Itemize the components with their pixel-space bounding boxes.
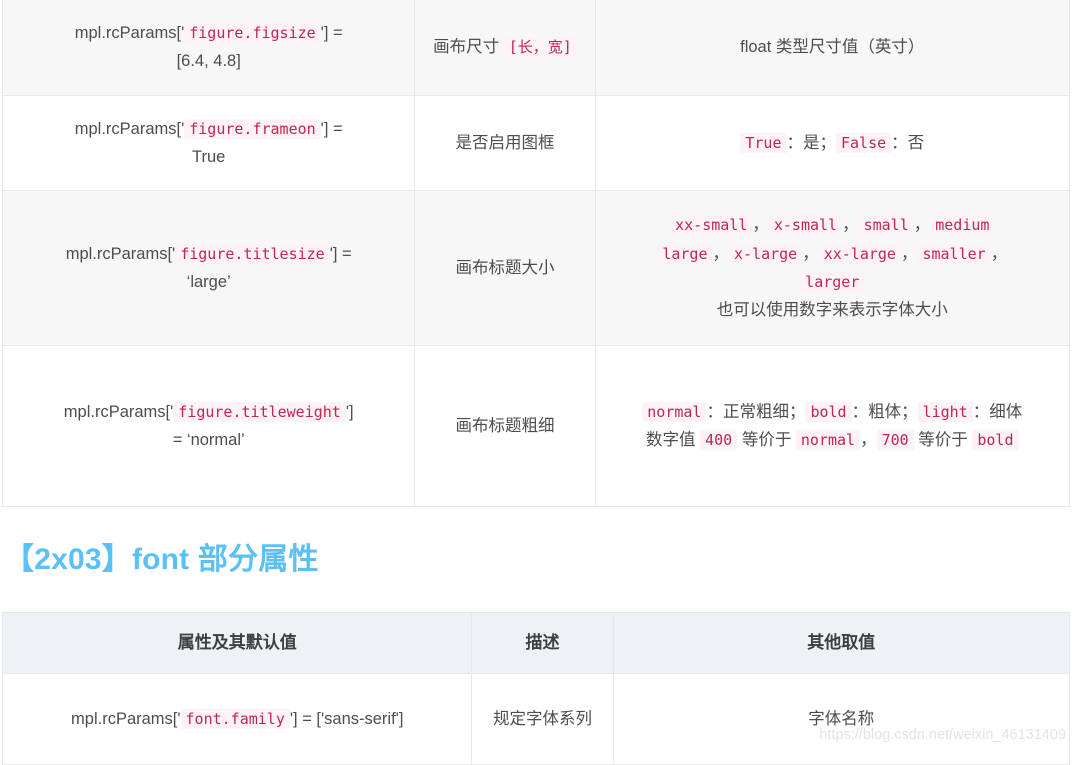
property-value: True — [192, 148, 226, 166]
property-value: = ‘normal’ — [172, 431, 245, 449]
property-suffix: '] = ['sans-serif'] — [289, 709, 404, 728]
property-value: ‘large’ — [186, 273, 231, 291]
column-header-description: 描述 — [471, 612, 614, 674]
size-keyword-chip: xx-small — [670, 215, 753, 236]
numeric-mid-1: 等价于 — [741, 431, 792, 449]
weight-light-chip: light — [917, 401, 973, 422]
cell-property: mpl.rcParams[' figure.figsize '] = [6.4, 4… — [1, 0, 416, 96]
table-row: mpl.rcParams[' font.family '] = ['sans-ser… — [1, 673, 1071, 765]
description-text: 画布尺寸 — [433, 37, 500, 56]
size-keyword-chip: small — [858, 215, 914, 236]
table-row: mpl.rcParams[' figure.frameon '] = True 是否… — [1, 95, 1071, 191]
table-row: mpl.rcParams[' figure.figsize '] = [6.4, 4… — [1, 0, 1071, 96]
weight-normal-label: ：正常粗细； — [706, 402, 806, 421]
value-false-chip: False — [836, 132, 892, 153]
table-row: mpl.rcParams[' figure.titleweight '] = ‘no… — [1, 345, 1071, 507]
property-prefix: mpl.rcParams[' — [63, 402, 174, 421]
size-keywords-line-1: xx-small， x-small， small， medium — [608, 211, 1057, 239]
values-text: float 类型尺寸值（英寸） — [740, 37, 925, 56]
cell-description: 画布标题大小 — [414, 190, 596, 346]
description-text: 画布标题粗细 — [455, 416, 555, 435]
weight-bold-chip: bold — [805, 401, 852, 422]
weight-numeric-line: 数字值 400 等价于 normal， 700 等价于 bold — [608, 426, 1057, 454]
size-keyword-chip: x-small — [768, 215, 843, 236]
cell-property: mpl.rcParams[' figure.titlesize '] = ‘larg… — [1, 190, 416, 346]
size-keyword-chip: large — [657, 243, 713, 264]
weight-bold-label: ：粗体； — [851, 402, 918, 421]
description-text: 画布标题大小 — [455, 258, 555, 277]
numeric-bold-chip: bold — [972, 430, 1019, 450]
value-true-chip: True — [740, 132, 787, 153]
weight-light-label: ： — [972, 402, 990, 421]
cell-property: mpl.rcParams[' figure.titleweight '] = ‘no… — [1, 345, 416, 507]
size-note: 也可以使用数字来表示字体大小 — [716, 301, 948, 320]
property-expression: mpl.rcParams[' font.family '] = ['sans-ser… — [71, 708, 404, 729]
size-keywords-line-2: large， x-large， xx-large， smaller， — [608, 240, 1057, 268]
size-keyword-chip: medium — [930, 215, 995, 236]
size-keyword-chip: x-large — [729, 243, 803, 264]
column-header-values: 其他取值 — [612, 612, 1071, 674]
property-prefix: mpl.rcParams[' — [74, 119, 185, 138]
page-root: mpl.rcParams[' figure.figsize '] = [6.4, 4… — [0, 0, 1072, 765]
property-prefix: mpl.rcParams[' — [74, 23, 185, 42]
weight-light-value: 细体 — [989, 402, 1023, 421]
cell-description: 画布标题粗细 — [414, 345, 596, 507]
weight-normal-chip: normal — [642, 401, 707, 422]
font-properties-table: 属性及其默认值 描述 其他取值 mpl.rcParams[' font.famil… — [1, 612, 1071, 765]
numeric-mid-2: 等价于 — [918, 431, 968, 449]
property-expression: mpl.rcParams[' figure.frameon '] = — [15, 115, 402, 143]
property-value: [6.4, 4.8] — [176, 52, 241, 70]
property-suffix: '] — [345, 402, 354, 421]
font-properties-table-wrapper: 属性及其默认值 描述 其他取值 mpl.rcParams[' font.famil… — [0, 612, 1072, 765]
cell-values: float 类型尺寸值（英寸） — [594, 0, 1071, 96]
table-row: mpl.rcParams[' figure.titlesize '] = ‘larg… — [1, 190, 1071, 346]
property-code-chip: figure.titleweight — [173, 401, 346, 422]
numeric-400-chip: 400 — [700, 430, 738, 450]
property-expression: mpl.rcParams[' figure.titleweight '] — [15, 398, 402, 426]
cell-description: 规定字体系列 — [471, 673, 614, 765]
cell-description: 是否启用图框 — [414, 95, 596, 191]
property-expression: mpl.rcParams[' figure.figsize '] = — [15, 19, 402, 47]
cell-description: 画布尺寸 [长，宽] — [414, 0, 596, 96]
property-expression: mpl.rcParams[' figure.titlesize '] = — [15, 240, 402, 268]
figure-properties-table: mpl.rcParams[' figure.figsize '] = [6.4, 4… — [1, 0, 1071, 507]
description-code-chip: [长，宽] — [503, 36, 577, 57]
property-code-chip: figure.frameon — [184, 118, 321, 139]
cell-values: 字体名称 — [612, 673, 1071, 765]
cell-property: mpl.rcParams[' font.family '] = ['sans-ser… — [1, 673, 473, 765]
description-text: 规定字体系列 — [493, 709, 592, 728]
size-keyword-chip: xx-large — [818, 243, 901, 264]
numeric-700-chip: 700 — [876, 430, 914, 450]
cell-values: xx-small， x-small， small， medium large， x-la… — [594, 190, 1071, 346]
figure-properties-table-wrapper: mpl.rcParams[' figure.figsize '] = [6.4, 4… — [0, 0, 1072, 507]
property-code-chip: figure.titlesize — [175, 243, 330, 264]
table-header-row: 属性及其默认值 描述 其他取值 — [1, 612, 1071, 674]
cell-values: True ：是； False ：否 — [594, 95, 1071, 191]
value-false-label: ：否 — [891, 133, 925, 152]
value-true-label: ：是； — [786, 133, 837, 152]
description-text: 是否启用图框 — [455, 133, 555, 152]
numeric-normal-chip: normal — [795, 430, 861, 450]
numeric-prefix: 数字值 — [646, 431, 696, 449]
cell-property: mpl.rcParams[' figure.frameon '] = True — [1, 95, 416, 191]
size-keyword-chip: larger — [800, 272, 865, 292]
section-heading: 【2x03】font 部分属性 — [4, 543, 319, 576]
property-suffix: '] = — [329, 244, 352, 263]
property-suffix: '] = — [320, 119, 343, 138]
property-prefix: mpl.rcParams[' — [65, 244, 176, 263]
property-code-chip: figure.figsize — [184, 22, 321, 43]
property-suffix: '] = — [320, 23, 343, 42]
column-header-property: 属性及其默认值 — [1, 612, 473, 674]
size-keyword-chip: smaller — [917, 243, 991, 264]
values-text: 字体名称 — [808, 709, 875, 728]
numeric-comma: ， — [860, 431, 877, 449]
weight-keywords: normal ：正常粗细； bold ：粗体； light ：细体 — [642, 401, 1023, 422]
property-code-chip: font.family — [180, 708, 290, 729]
property-prefix: mpl.rcParams[' — [71, 709, 181, 728]
cell-values: normal ：正常粗细； bold ：粗体； light ：细体 数字值 400 等价于… — [594, 345, 1071, 507]
size-keywords-line-3: larger — [608, 268, 1057, 296]
